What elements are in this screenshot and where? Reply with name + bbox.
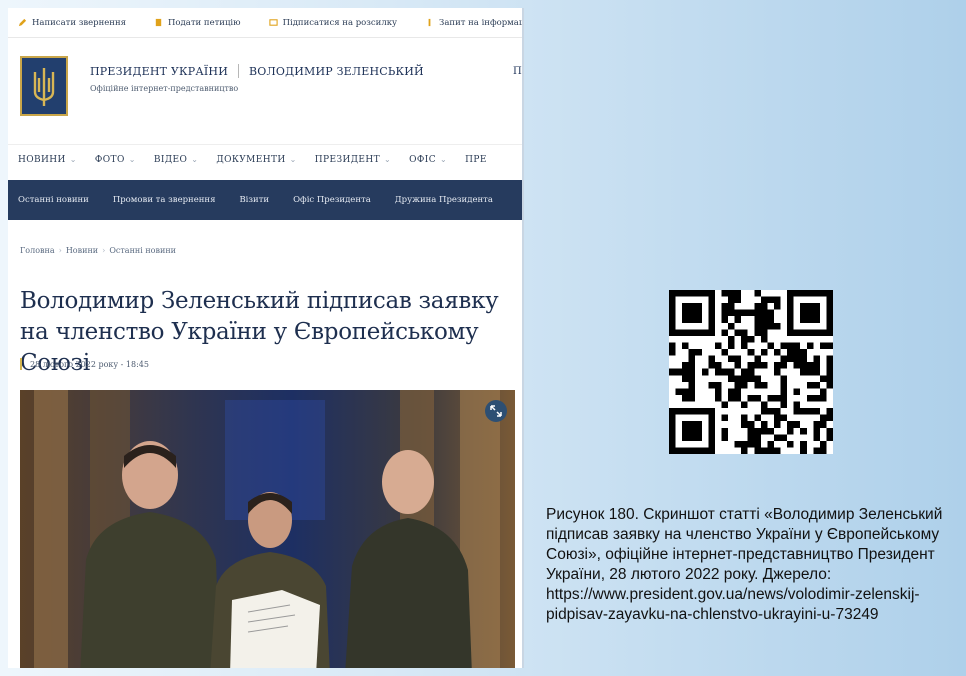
chevron-down-icon: ⌄ <box>69 155 77 164</box>
trident-emblem-icon <box>20 56 68 116</box>
nav-label: ФОТО <box>94 154 125 165</box>
article-date: 28 лютого 2022 року - 18:45 <box>30 359 149 369</box>
expand-arrows-icon <box>490 405 502 417</box>
nav-office[interactable]: ОФІС ⌄ <box>409 155 447 165</box>
top-utility-bar: Написати звернення Подати петицію Підпис… <box>8 8 522 38</box>
nav-video[interactable]: ВІДЕО ⌄ <box>154 155 199 165</box>
document-icon <box>155 18 162 27</box>
subnav-first-lady[interactable]: Дружина Президента <box>395 195 493 205</box>
nav-label: ВІДЕО <box>153 154 188 165</box>
photo-illustration <box>20 390 515 668</box>
brand-subtitle: Офіційне інтернет-представництво <box>90 84 239 93</box>
chevron-down-icon: ⌄ <box>128 155 136 164</box>
chevron-down-icon: ⌄ <box>191 155 199 164</box>
accent-bar <box>20 358 22 370</box>
chevron-down-icon: ⌄ <box>440 155 448 164</box>
nav-truncated[interactable]: ПРЕ <box>465 155 487 165</box>
nav-documents[interactable]: ДОКУМЕНТИ ⌄ <box>216 155 296 165</box>
subnav-speeches[interactable]: Промови та звернення <box>113 195 216 205</box>
breadcrumb-news[interactable]: Новини <box>66 246 98 255</box>
chevron-right-icon: › <box>102 246 106 255</box>
site-brand[interactable]: ПРЕЗИДЕНТ УКРАЇНИ ВОЛОДИМИР ЗЕЛЕНСЬКИЙ О… <box>20 56 424 116</box>
article-dateline: 28 лютого 2022 року - 18:45 <box>20 358 149 370</box>
breadcrumb-latest[interactable]: Останні новини <box>109 246 176 255</box>
nav-label: ПРЕЗИДЕНТ <box>314 154 381 165</box>
info-request-link[interactable]: Запит на інформацію <box>425 17 524 28</box>
pencil-icon <box>18 18 27 27</box>
nav-label: НОВИНИ <box>18 154 66 165</box>
petition-label: Подати петицію <box>168 17 241 28</box>
subscribe-label: Підписатися на розсилку <box>282 17 398 28</box>
petition-link[interactable]: Подати петицію <box>154 18 241 28</box>
write-appeal-label: Написати звернення <box>32 17 126 28</box>
breadcrumb: Головна › Новини › Останні новини <box>20 246 176 255</box>
qr-code <box>669 290 833 454</box>
brand-title: ПРЕЗИДЕНТ УКРАЇНИ <box>90 64 228 78</box>
chevron-down-icon: ⌄ <box>384 155 392 164</box>
sub-navigation: Останні новини Промови та звернення Візи… <box>8 180 522 220</box>
nav-photo[interactable]: ФОТО ⌄ <box>95 155 136 165</box>
article-photo[interactable] <box>20 390 515 668</box>
subscribe-link[interactable]: Підписатися на розсилку <box>268 17 398 28</box>
info-icon <box>428 18 431 27</box>
figure-caption: Рисунок 180. Скриншот статті «Володимир … <box>546 506 943 623</box>
expand-icon[interactable] <box>485 400 507 422</box>
main-navigation: НОВИНИ ⌄ ФОТО ⌄ ВІДЕО ⌄ ДОКУМЕНТИ ⌄ ПРЕЗИДЕН… <box>8 144 522 174</box>
write-appeal-link[interactable]: Написати звернення <box>18 18 126 28</box>
nav-label: ОФІС <box>409 154 437 165</box>
subnav-latest-news[interactable]: Останні новини <box>18 195 89 205</box>
breadcrumb-home[interactable]: Головна <box>20 246 55 255</box>
nav-label: ПРЕ <box>465 154 487 165</box>
chevron-down-icon: ⌄ <box>289 155 297 164</box>
website-screenshot: Написати звернення Подати петицію Підпис… <box>8 8 524 668</box>
nav-news[interactable]: НОВИНИ ⌄ <box>18 155 77 165</box>
trident-icon <box>33 68 55 106</box>
nav-label: ДОКУМЕНТИ <box>216 154 286 165</box>
divider <box>238 64 239 78</box>
envelope-icon <box>268 19 278 26</box>
brand-name: ВОЛОДИМИР ЗЕЛЕНСЬКИЙ <box>249 64 424 78</box>
truncated-header-text: Пр <box>513 66 522 77</box>
nav-president[interactable]: ПРЕЗИДЕНТ ⌄ <box>315 155 391 165</box>
info-request-label: Запит на інформацію <box>439 17 524 28</box>
subnav-visits[interactable]: Візити <box>239 195 269 205</box>
subnav-office[interactable]: Офіс Президента <box>293 195 371 205</box>
chevron-right-icon: › <box>58 246 62 255</box>
